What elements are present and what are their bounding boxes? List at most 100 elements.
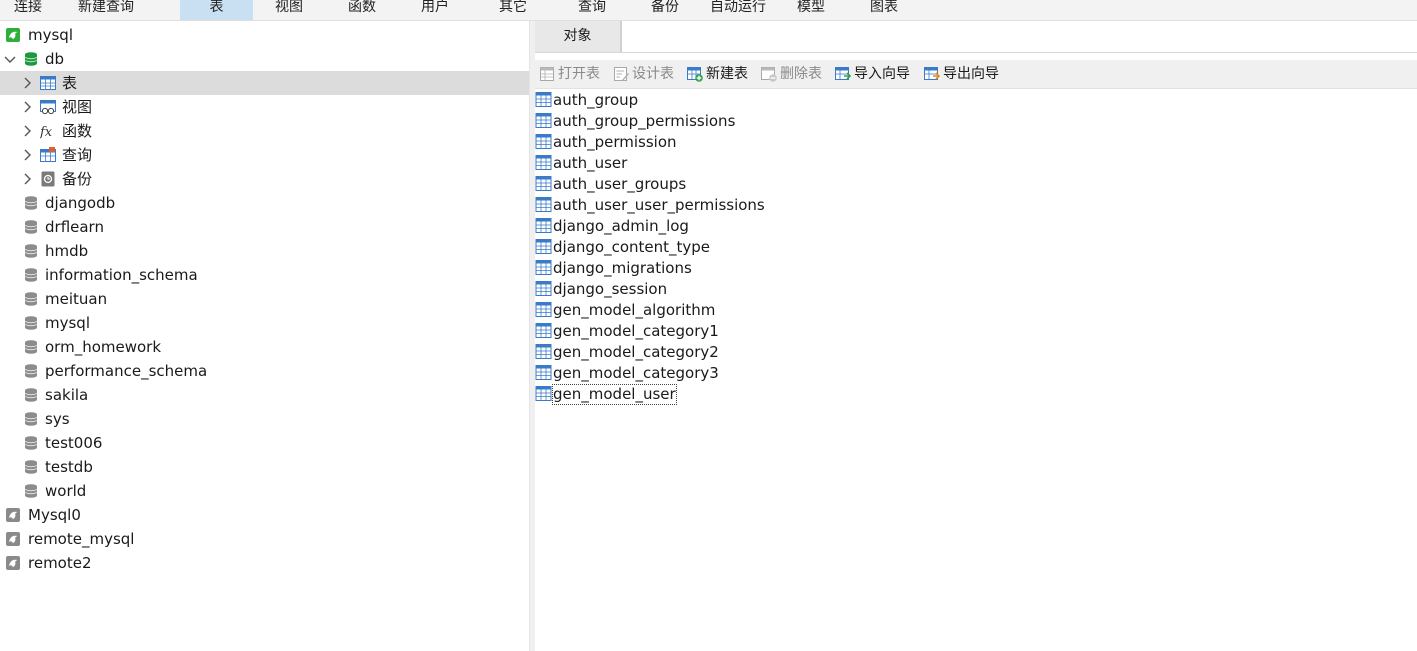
database-label: testdb — [45, 458, 93, 476]
chevron-right-icon[interactable] — [21, 75, 33, 91]
tree-database-item[interactable]: sakila — [0, 383, 529, 407]
menu-automation[interactable]: 自动运行 — [703, 0, 773, 20]
database-icon — [24, 268, 38, 282]
export-wizard-label: 导出向导 — [943, 66, 999, 82]
new-table-label: 新建表 — [706, 66, 748, 82]
tree-database-item[interactable]: testdb — [0, 455, 529, 479]
tree-item-functions[interactable]: fx 函数 — [0, 119, 529, 143]
tree-database-item[interactable]: information_schema — [0, 263, 529, 287]
table-name: gen_model_category1 — [553, 322, 719, 340]
table-icon — [40, 76, 56, 90]
database-icon — [24, 412, 38, 426]
design-table-label: 设计表 — [632, 66, 674, 82]
table-icon — [535, 365, 552, 380]
table-name: gen_model_category3 — [553, 364, 719, 382]
menu-tables[interactable]: 表 — [180, 0, 253, 20]
database-icon — [24, 460, 38, 474]
table-icon — [535, 155, 552, 170]
menu-views[interactable]: 视图 — [262, 0, 316, 20]
export-wizard-button[interactable]: 导出向导 — [924, 64, 1008, 84]
tree-connection-item[interactable]: remote_mysql — [0, 527, 529, 551]
tree-connection-item[interactable]: remote2 — [0, 551, 529, 575]
database-label: orm_homework — [45, 338, 162, 356]
tab-bar: 对象 — [535, 21, 1417, 53]
database-icon — [24, 388, 38, 402]
table-icon — [535, 281, 552, 296]
database-label: meituan — [45, 290, 108, 308]
chevron-right-icon[interactable] — [21, 147, 33, 163]
import-wizard-icon — [835, 67, 851, 80]
tab-objects[interactable]: 对象 — [535, 21, 621, 52]
chevron-right-icon[interactable] — [21, 171, 33, 187]
database-icon — [24, 436, 38, 450]
mysql-connection-icon — [6, 28, 20, 42]
chevron-down-icon[interactable] — [4, 51, 16, 67]
import-wizard-button[interactable]: 导入向导 — [835, 64, 919, 84]
database-label: hmdb — [45, 242, 89, 260]
connection-label: remote2 — [28, 554, 92, 572]
tree-database-item[interactable]: test006 — [0, 431, 529, 455]
table-name: auth_permission — [553, 133, 677, 151]
tree-database-item[interactable]: drflearn — [0, 215, 529, 239]
database-label: information_schema — [45, 266, 198, 284]
tree-database-item[interactable]: world — [0, 479, 529, 503]
delete-table-button[interactable]: 删除表 — [761, 64, 831, 84]
tree-item-backup[interactable]: 备份 — [0, 167, 529, 191]
menu-connect[interactable]: 连接 — [4, 0, 52, 20]
tree-connection-mysql[interactable]: mysql — [0, 23, 529, 47]
tree-database-item[interactable]: sys — [0, 407, 529, 431]
menu-charts[interactable]: 图表 — [857, 0, 911, 20]
tree-database-item[interactable]: orm_homework — [0, 335, 529, 359]
chevron-right-icon[interactable] — [21, 123, 33, 139]
connection-label: mysql — [28, 26, 73, 44]
table-icon — [535, 197, 552, 212]
tree-item-queries[interactable]: 查询 — [0, 143, 529, 167]
database-label: world — [45, 482, 87, 500]
table-icon — [535, 302, 552, 317]
database-label: sys — [45, 410, 70, 428]
tree-item-tables[interactable]: 表 — [0, 71, 529, 95]
open-table-button[interactable]: 打开表 — [539, 64, 609, 84]
table-icon — [535, 218, 552, 233]
table-name: auth_user_user_permissions — [553, 196, 765, 214]
tree-database-db[interactable]: db — [0, 47, 529, 71]
tree-database-item[interactable]: hmdb — [0, 239, 529, 263]
chevron-right-icon[interactable] — [21, 99, 33, 115]
new-table-button[interactable]: 新建表 — [687, 64, 757, 84]
table-name: gen_model_algorithm — [553, 301, 716, 319]
menu-users[interactable]: 用户 — [408, 0, 462, 20]
database-label: db — [45, 50, 65, 68]
table-name: django_migrations — [553, 259, 692, 277]
menu-new-query[interactable]: 新建查询 — [70, 0, 142, 20]
tree-database-item[interactable]: performance_schema — [0, 359, 529, 383]
design-table-button[interactable]: 设计表 — [613, 64, 683, 84]
connection-icon — [6, 556, 20, 570]
menu-others[interactable]: 其它 — [486, 0, 540, 20]
object-list: auth_group auth_group_permissions auth_per… — [535, 89, 1417, 651]
table-icon — [535, 260, 552, 275]
open-table-icon — [540, 67, 554, 81]
menu-functions[interactable]: 函数 — [335, 0, 389, 20]
database-label: performance_schema — [45, 362, 208, 380]
table-name: django_admin_log — [553, 217, 689, 235]
menu-queries[interactable]: 查询 — [565, 0, 619, 20]
tree-connection-item[interactable]: Mysql0 — [0, 503, 529, 527]
database-label: mysql — [45, 314, 90, 332]
database-icon — [24, 364, 38, 378]
function-fx-icon: fx — [40, 125, 53, 139]
tree-database-item[interactable]: djangodb — [0, 191, 529, 215]
table-icon — [535, 323, 552, 338]
delete-table-label: 删除表 — [780, 66, 822, 82]
tree-item-label: 视图 — [62, 98, 93, 116]
database-label: djangodb — [45, 194, 116, 212]
tree-database-item[interactable]: meituan — [0, 287, 529, 311]
database-icon — [24, 244, 38, 258]
database-label: test006 — [45, 434, 103, 452]
view-icon — [40, 100, 56, 115]
tree-database-item[interactable]: mysql — [0, 311, 529, 335]
tree-item-views[interactable]: 视图 — [0, 95, 529, 119]
table-icon — [535, 113, 552, 128]
menu-model[interactable]: 模型 — [784, 0, 838, 20]
database-icon — [24, 292, 38, 306]
menu-backup[interactable]: 备份 — [638, 0, 692, 20]
